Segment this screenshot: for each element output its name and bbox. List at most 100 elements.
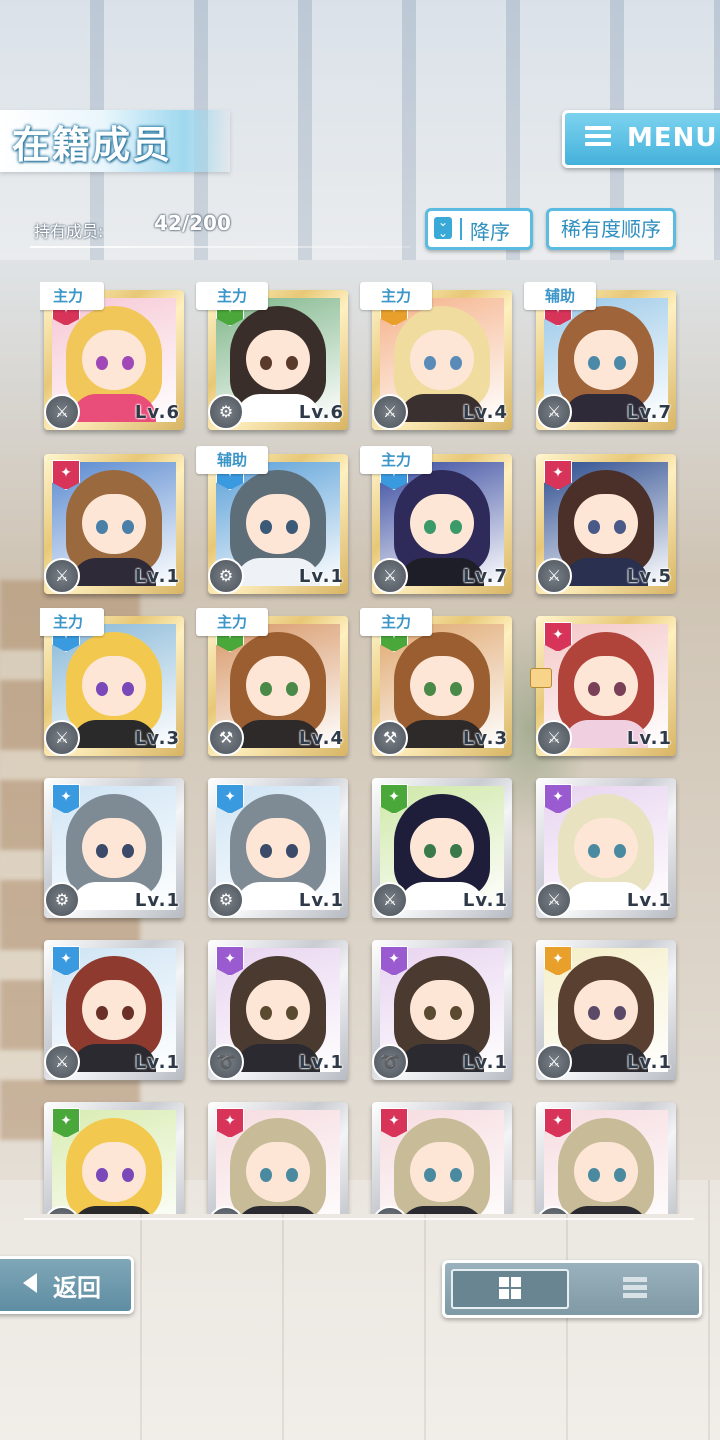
eye: [286, 1168, 298, 1182]
face: [246, 330, 310, 390]
role-tag: 主力: [40, 608, 104, 636]
axe-weapon-icon: ⚒: [208, 720, 244, 756]
eye: [286, 844, 298, 858]
eye: [122, 682, 134, 696]
grid-icon-cell: [511, 1277, 521, 1287]
back-label: 返回: [53, 1274, 101, 1302]
gear-weapon-icon: ⚙: [208, 394, 244, 430]
divider: [460, 218, 462, 240]
member-card[interactable]: ✦主力⚔Lv.4: [360, 282, 514, 434]
sword-weapon-icon: ⚔: [44, 558, 80, 594]
member-card[interactable]: ✦ ⚔ Lv.1: [532, 770, 678, 922]
level-label: Lv.7: [626, 402, 672, 423]
gear-weapon-icon: ⚙: [208, 558, 244, 594]
member-card[interactable]: ✦ ⚔ Lv.5: [532, 446, 678, 598]
member-card[interactable]: ✦主力⚔Lv.3: [40, 608, 186, 760]
eye: [122, 1006, 134, 1020]
member-card[interactable]: ✦ ⚙ Lv.1: [40, 770, 186, 922]
level-label: Lv.4: [298, 728, 344, 749]
level-label: Lv.7: [462, 566, 508, 587]
member-card[interactable]: ✦主力⚒Lv.3: [360, 608, 514, 760]
whip-weapon-icon: ➰: [372, 1044, 408, 1080]
level-label: Lv.6: [298, 402, 344, 423]
eye: [588, 1006, 600, 1020]
member-card[interactable]: ✦主力⚔Lv.6: [40, 282, 186, 434]
page-title: 在籍成员: [12, 123, 173, 167]
member-card[interactable]: ✦辅助⚙Lv.1: [196, 446, 350, 598]
sort-rarity-button[interactable]: 稀有度顺序: [546, 208, 676, 250]
eye: [424, 682, 436, 696]
eye: [96, 1168, 108, 1182]
eye: [424, 844, 436, 858]
level-label: Lv.1: [462, 1052, 508, 1073]
face: [574, 656, 638, 716]
member-grid: ✦主力⚔Lv.6✦主力⚙Lv.6✦主力⚔Lv.4✦辅助⚔Lv.7✦⚔Lv.1✦辅…: [40, 282, 680, 1214]
eye: [614, 1006, 626, 1020]
member-card[interactable]: ✦⚔: [368, 1094, 514, 1214]
level-label: Lv.1: [462, 890, 508, 911]
hamburger-icon: [585, 126, 611, 146]
role-tag: 主力: [196, 608, 268, 636]
member-card[interactable]: ✦ ➰ Lv.1: [204, 932, 350, 1084]
member-card[interactable]: ✦ ⚙ Lv.1: [204, 770, 350, 922]
whip-weapon-icon: ➰: [208, 1044, 244, 1080]
face: [410, 818, 474, 878]
sword-weapon-icon: ⚔: [44, 720, 80, 756]
member-card[interactable]: ✦ ⚔ Lv.1: [530, 608, 678, 760]
member-card[interactable]: ✦ ➰ Lv.1: [368, 932, 514, 1084]
member-card[interactable]: ✦ ⚔ Lv.1: [532, 932, 678, 1084]
member-card[interactable]: ✦ ⚔ Lv.1: [368, 770, 514, 922]
sword-weapon-icon: ⚔: [372, 882, 408, 918]
member-card[interactable]: ✦主力⚔Lv.7: [360, 446, 514, 598]
role-tag: 主力: [40, 282, 104, 310]
member-card[interactable]: ✦主力⚙Lv.6: [196, 282, 350, 434]
sort-order-button[interactable]: ⌄ ⌄ 降序: [425, 208, 533, 250]
eye: [450, 520, 462, 534]
level-label: Lv.1: [626, 890, 672, 911]
level-label: Lv.4: [462, 402, 508, 423]
eye: [588, 844, 600, 858]
face: [246, 1142, 310, 1202]
back-button[interactable]: 返回: [0, 1256, 134, 1314]
face: [246, 818, 310, 878]
eye: [122, 1168, 134, 1182]
sword-weapon-icon: ⚔: [536, 882, 572, 918]
level-label: Lv.1: [298, 1052, 344, 1073]
menu-button[interactable]: MENU: [562, 110, 720, 168]
member-card[interactable]: ✦ ⚔ Lv.1: [40, 932, 186, 1084]
axe-weapon-icon: ⚒: [372, 720, 408, 756]
role-tag: 主力: [196, 282, 268, 310]
sword-weapon-icon: ⚔: [372, 558, 408, 594]
member-card[interactable]: ✦辅助⚔Lv.7: [524, 282, 678, 434]
list-view-button[interactable]: [577, 1269, 691, 1305]
sword-weapon-icon: ⚔: [536, 720, 572, 756]
member-card[interactable]: ✦ ⚔ Lv.1: [40, 446, 186, 598]
face: [410, 656, 474, 716]
eye: [450, 1006, 462, 1020]
eye: [424, 1006, 436, 1020]
face: [246, 494, 310, 554]
gear-weapon-icon: ⚙: [208, 882, 244, 918]
eye: [122, 356, 134, 370]
eye: [450, 356, 462, 370]
grid-view-button[interactable]: [451, 1269, 569, 1309]
list-icon-line: [623, 1285, 647, 1290]
level-label: Lv.5: [626, 566, 672, 587]
divider: [24, 1218, 694, 1220]
member-card[interactable]: ✦⚔: [204, 1094, 350, 1214]
face: [410, 1142, 474, 1202]
face: [82, 656, 146, 716]
role-tag: 主力: [360, 608, 432, 636]
member-card[interactable]: ✦⚔: [40, 1094, 186, 1214]
level-label: Lv.1: [298, 566, 344, 587]
eye: [614, 1168, 626, 1182]
sword-weapon-icon: ⚔: [536, 394, 572, 430]
sword-weapon-icon: ⚔: [536, 1044, 572, 1080]
member-card[interactable]: ✦主力⚒Lv.4: [196, 608, 350, 760]
face: [246, 980, 310, 1040]
grid-icon: [499, 1277, 509, 1287]
sword-weapon-icon: ⚔: [536, 558, 572, 594]
member-card[interactable]: ✦⚔: [532, 1094, 678, 1214]
level-label: Lv.1: [626, 1052, 672, 1073]
eye: [260, 520, 272, 534]
